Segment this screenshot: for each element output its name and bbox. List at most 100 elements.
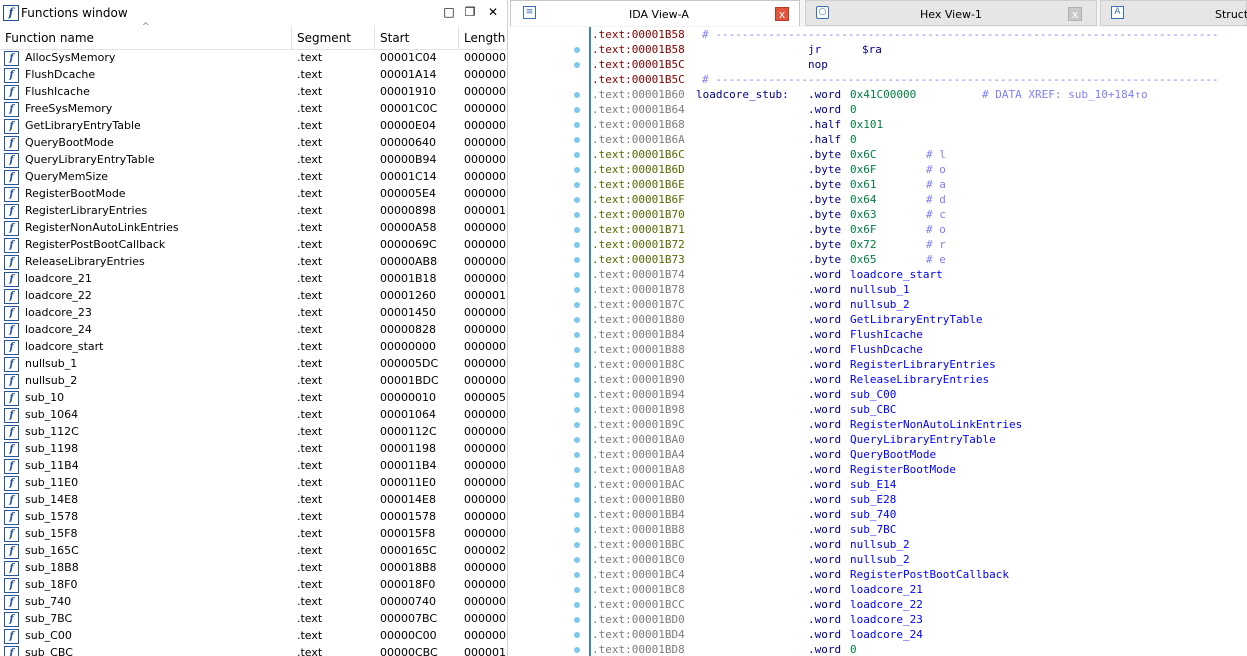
function-row[interactable]: f sub_740 .text 00000740 0000007 xyxy=(0,594,507,611)
function-row[interactable]: f sub_18F0 .text 000018F0 0000002 xyxy=(0,577,507,594)
disassembly-line[interactable]: .text:00001BD8 .word 0 xyxy=(592,642,1247,656)
operand[interactable]: QueryLibraryEntryTable xyxy=(850,433,996,446)
operand[interactable]: RegisterPostBootCallback xyxy=(850,568,1009,581)
disassembly-line[interactable]: .text:00001B8C .word RegisterLibraryEntrie… xyxy=(592,357,1247,372)
disassembly-line[interactable]: .text:00001B88 .word FlushDcache xyxy=(592,342,1247,357)
operand[interactable]: nullsub_2 xyxy=(850,553,910,566)
operand[interactable]: sub_CBC xyxy=(850,403,896,416)
column-header-length[interactable]: Length xyxy=(459,27,507,49)
disassembly-line[interactable]: .text:00001BCC .word loadcore_22 xyxy=(592,597,1247,612)
disassembly-line[interactable]: .text:00001BD4 .word loadcore_24 xyxy=(592,627,1247,642)
disassembly-listing[interactable]: .text:00001B58 # ------------------------… xyxy=(592,27,1247,656)
function-row[interactable]: f FlushIcache .text 00001910 0000002 xyxy=(0,84,507,101)
ida-view-a-panel[interactable]: .text:00001B58 # ------------------------… xyxy=(510,27,1247,656)
disassembly-line[interactable]: .text:00001B90 .word ReleaseLibraryEntries xyxy=(592,372,1247,387)
function-row[interactable]: f nullsub_2 .text 00001BDC 0000000 xyxy=(0,373,507,390)
function-row[interactable]: f FreeSysMemory .text 00001C0C 0000000 xyxy=(0,101,507,118)
disassembly-line[interactable]: .text:00001BA8 .word RegisterBootMode xyxy=(592,462,1247,477)
disassembly-line[interactable]: .text:00001B64 .word 0 xyxy=(592,102,1247,117)
disassembly-line[interactable]: .text:00001BB4 .word sub_740 xyxy=(592,507,1247,522)
disassembly-line[interactable]: .text:00001BA0 .word QueryLibraryEntryTabl… xyxy=(592,432,1247,447)
function-row[interactable]: f RegisterNonAutoLinkEntries .text 00000A58… xyxy=(0,220,507,237)
disassembly-line[interactable]: .text:00001B5C nop xyxy=(592,57,1247,72)
function-row[interactable]: f sub_CBC .text 00000CBC 0000014 xyxy=(0,645,507,656)
disassembly-line[interactable]: .text:00001B74 .word loadcore_start xyxy=(592,267,1247,282)
disassembly-line[interactable]: .text:00001B70 .byte 0x63 # c xyxy=(592,207,1247,222)
operand[interactable]: FlushIcache xyxy=(850,328,923,341)
disassembly-line[interactable]: .text:00001BAC .word sub_E14 xyxy=(592,477,1247,492)
function-row[interactable]: f loadcore_24 .text 00000828 0000007 xyxy=(0,322,507,339)
disassembly-line[interactable]: .text:00001B6D .byte 0x6F # o xyxy=(592,162,1247,177)
function-row[interactable]: f ReleaseLibraryEntries .text 00000AB8 00000… xyxy=(0,254,507,271)
disassembly-line[interactable]: .text:00001BA4 .word QueryBootMode xyxy=(592,447,1247,462)
function-row[interactable]: f QueryLibraryEntryTable .text 00000B94 0000… xyxy=(0,152,507,169)
function-row[interactable]: f GetLibraryEntryTable .text 00000E04 000000… xyxy=(0,118,507,135)
function-row[interactable]: f sub_1198 .text 00001198 0000001 xyxy=(0,441,507,458)
disassembly-line[interactable]: .text:00001B6A .half 0 xyxy=(592,132,1247,147)
close-tab-icon[interactable]: x xyxy=(775,7,789,21)
function-row[interactable]: f sub_18B8 .text 000018B8 0000003 xyxy=(0,560,507,577)
function-row[interactable]: f AllocSysMemory .text 00001C04 0000000 xyxy=(0,50,507,67)
disassembly-line[interactable]: .text:00001B84 .word FlushIcache xyxy=(592,327,1247,342)
function-row[interactable]: f QueryMemSize .text 00001C14 0000000 xyxy=(0,169,507,186)
disassembly-line[interactable]: .text:00001B58 # ------------------------… xyxy=(592,27,1247,42)
tab-ida-view-a[interactable]: ≡ IDA View-A x xyxy=(510,0,800,26)
disassembly-line[interactable]: .text:00001BC4 .word RegisterPostBootCallb… xyxy=(592,567,1247,582)
operand[interactable]: sub_740 xyxy=(850,508,896,521)
tab-structures[interactable]: A Structu xyxy=(1100,0,1247,26)
close-window-button[interactable]: ✕ xyxy=(485,4,501,20)
operand[interactable]: RegisterNonAutoLinkEntries xyxy=(850,418,1022,431)
operand[interactable]: sub_C00 xyxy=(850,388,896,401)
operand[interactable]: loadcore_21 xyxy=(850,583,923,596)
function-row[interactable]: f sub_14E8 .text 000014E8 0000009 xyxy=(0,492,507,509)
tab-hex-view-1[interactable]: ○ Hex View-1 x xyxy=(805,0,1097,26)
disassembly-line[interactable]: .text:00001B58 jr $ra xyxy=(592,42,1247,57)
disassembly-line[interactable]: .text:00001BBC .word nullsub_2 xyxy=(592,537,1247,552)
disassembly-line[interactable]: .text:00001B60 loadcore_stub: .word 0x41C00… xyxy=(592,87,1247,102)
function-row[interactable]: f RegisterBootMode .text 000005E4 0000005 xyxy=(0,186,507,203)
column-header-start[interactable]: Start xyxy=(375,27,459,49)
disassembly-line[interactable]: .text:00001B98 .word sub_CBC xyxy=(592,402,1247,417)
operand[interactable]: FlushDcache xyxy=(850,343,923,356)
function-row[interactable]: f nullsub_1 .text 000005DC 0000000 xyxy=(0,356,507,373)
operand[interactable]: RegisterBootMode xyxy=(850,463,956,476)
function-row[interactable]: f sub_1064 .text 00001064 000000C xyxy=(0,407,507,424)
disassembly-line[interactable]: .text:00001B9C .word RegisterNonAutoLinkEn… xyxy=(592,417,1247,432)
function-row[interactable]: f loadcore_21 .text 00001B18 0000002 xyxy=(0,271,507,288)
functions-window-titlebar[interactable]: f Functions window □ ❐ ✕ xyxy=(0,0,507,28)
operand[interactable]: loadcore_22 xyxy=(850,598,923,611)
function-row[interactable]: f QueryBootMode .text 00000640 0000005 xyxy=(0,135,507,152)
operand[interactable]: sub_E28 xyxy=(850,493,896,506)
function-row[interactable]: f sub_C00 .text 00000C00 000000B xyxy=(0,628,507,645)
close-tab-icon[interactable]: x xyxy=(1068,7,1082,21)
function-row[interactable]: f sub_7BC .text 000007BC 0000006 xyxy=(0,611,507,628)
disassembly-line[interactable]: .text:00001B68 .half 0x101 xyxy=(592,117,1247,132)
operand[interactable]: nullsub_2 xyxy=(850,538,910,551)
function-row[interactable]: f sub_10 .text 00000010 000005C xyxy=(0,390,507,407)
disassembly-line[interactable]: .text:00001B5C # ------------------------… xyxy=(592,72,1247,87)
operand[interactable]: sub_E14 xyxy=(850,478,896,491)
disassembly-line[interactable]: .text:00001B78 .word nullsub_1 xyxy=(592,282,1247,297)
operand[interactable]: RegisterLibraryEntries xyxy=(850,358,996,371)
disassembly-line[interactable]: .text:00001BB0 .word sub_E28 xyxy=(592,492,1247,507)
operand[interactable]: loadcore_start xyxy=(850,268,943,281)
function-row[interactable]: f RegisterPostBootCallback .text 0000069C 00… xyxy=(0,237,507,254)
operand[interactable]: sub_7BC xyxy=(850,523,896,536)
function-row[interactable]: f sub_1578 .text 00001578 0000008 xyxy=(0,509,507,526)
disassembly-line[interactable]: .text:00001BB8 .word sub_7BC xyxy=(592,522,1247,537)
disassembly-line[interactable]: .text:00001BD0 .word loadcore_23 xyxy=(592,612,1247,627)
disassembly-line[interactable]: .text:00001BC0 .word nullsub_2 xyxy=(592,552,1247,567)
function-row[interactable]: f sub_11B4 .text 000011B4 0000002 xyxy=(0,458,507,475)
function-row[interactable]: f loadcore_23 .text 00001450 0000009 xyxy=(0,305,507,322)
restore-window-button[interactable]: ❐ xyxy=(462,4,478,20)
disassembly-line[interactable]: .text:00001B80 .word GetLibraryEntryTable xyxy=(592,312,1247,327)
disassembly-line[interactable]: .text:00001B6C .byte 0x6C # l xyxy=(592,147,1247,162)
disassembly-line[interactable]: .text:00001B6E .byte 0x61 # a xyxy=(592,177,1247,192)
disassembly-line[interactable]: .text:00001B72 .byte 0x72 # r xyxy=(592,237,1247,252)
operand[interactable]: QueryBootMode xyxy=(850,448,936,461)
disassembly-line[interactable]: .text:00001B7C .word nullsub_2 xyxy=(592,297,1247,312)
disassembly-line[interactable]: .text:00001B71 .byte 0x6F # o xyxy=(592,222,1247,237)
disassembly-line[interactable]: .text:00001B73 .byte 0x65 # e xyxy=(592,252,1247,267)
operand[interactable]: ReleaseLibraryEntries xyxy=(850,373,989,386)
float-window-button[interactable]: □ xyxy=(441,4,457,20)
